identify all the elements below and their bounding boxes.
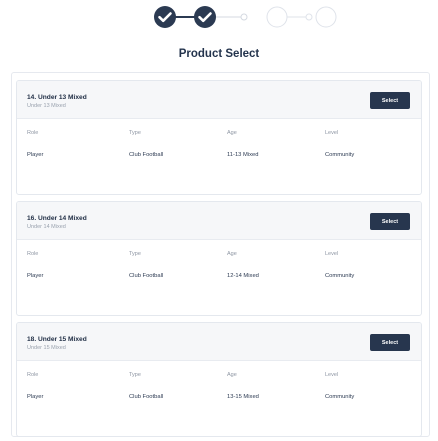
step-2-complete	[194, 6, 216, 28]
step-3-pending	[266, 6, 288, 28]
product-card-header: 16. Under 14 Mixed Under 14 Mixed Select	[17, 202, 421, 240]
type-label: Type	[129, 251, 141, 257]
select-product-button[interactable]: Select	[370, 334, 410, 351]
product-card: 16. Under 14 Mixed Under 14 Mixed Select…	[16, 201, 422, 316]
age-label: Age	[227, 372, 237, 378]
level-value: Community	[325, 273, 355, 279]
role-value: Player	[27, 273, 44, 279]
role-label: Role	[27, 372, 39, 378]
role-label: Role	[27, 130, 39, 136]
product-name: 18. Under 15 Mixed	[27, 336, 87, 343]
product-card-header: 18. Under 15 Mixed Under 15 Mixed Select	[17, 323, 421, 361]
age-value: 11-13 Mixed	[227, 152, 259, 158]
age-value: 12-14 Mixed	[227, 273, 259, 279]
role-label: Role	[27, 251, 39, 257]
role-value: Player	[27, 394, 44, 400]
select-product-button[interactable]: Select	[370, 92, 410, 109]
product-subtitle: Under 15 Mixed	[27, 345, 66, 351]
progress-stepper	[0, 0, 438, 40]
age-label: Age	[227, 130, 237, 136]
product-name: 14. Under 13 Mixed	[27, 94, 87, 101]
product-subtitle: Under 14 Mixed	[27, 224, 66, 230]
type-value: Club Football	[129, 273, 164, 279]
type-label: Type	[129, 130, 141, 136]
age-value: 13-15 Mixed	[227, 394, 259, 400]
step-1-complete	[154, 6, 176, 28]
product-card: 18. Under 15 Mixed Under 15 Mixed Select…	[16, 322, 422, 437]
level-label: Level	[325, 130, 339, 136]
step-5-pending	[315, 6, 337, 28]
step-4-marker	[305, 13, 313, 21]
type-label: Type	[129, 372, 141, 378]
product-card-header: 14. Under 13 Mixed Under 13 Mixed Select	[17, 81, 421, 119]
role-value: Player	[27, 152, 44, 158]
page-title: Product Select	[178, 48, 260, 60]
product-name: 16. Under 14 Mixed	[27, 215, 87, 222]
select-product-button[interactable]: Select	[370, 213, 410, 230]
level-label: Level	[325, 372, 339, 378]
level-value: Community	[325, 394, 355, 400]
type-value: Club Football	[129, 152, 164, 158]
age-label: Age	[227, 251, 237, 257]
type-value: Club Football	[129, 394, 164, 400]
product-card: 14. Under 13 Mixed Under 13 Mixed Select…	[16, 80, 422, 195]
level-label: Level	[325, 251, 339, 257]
product-subtitle: Under 13 Mixed	[27, 103, 66, 109]
level-value: Community	[325, 152, 355, 158]
stepper-graphic	[154, 6, 337, 28]
step-2-marker	[240, 13, 248, 21]
